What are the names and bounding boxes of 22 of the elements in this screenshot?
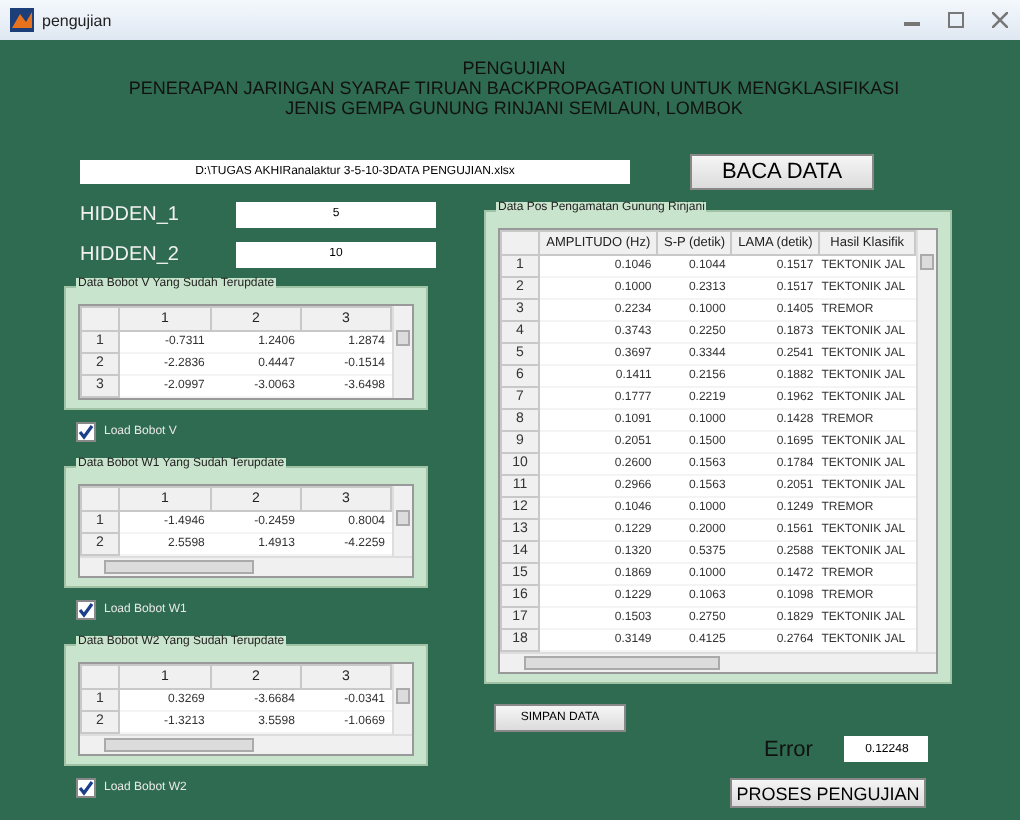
app-icon (10, 8, 34, 32)
error-label: Error (764, 737, 813, 761)
horizontal-scrollbar[interactable] (80, 556, 412, 576)
horizontal-scrollbar[interactable] (80, 734, 412, 754)
read-data-button[interactable]: BACA DATA (690, 154, 874, 190)
checkbox[interactable] (76, 778, 96, 798)
vertical-scrollbar[interactable] (916, 230, 936, 652)
vertical-scrollbar[interactable] (392, 306, 412, 398)
checkbox[interactable] (76, 422, 96, 442)
horizontal-scrollbar[interactable] (500, 652, 936, 672)
process-button[interactable]: PROSES PENGUJIAN (730, 778, 926, 808)
vertical-scrollbar[interactable] (392, 664, 412, 734)
maximize-icon[interactable] (948, 12, 964, 28)
window-title: pengujian (42, 11, 112, 29)
vertical-scrollbar[interactable] (392, 486, 412, 556)
heading-text: PENGUJIAN (462, 58, 566, 78)
close-icon[interactable] (992, 12, 1008, 28)
checkbox[interactable] (76, 600, 96, 620)
hidden-label: HIDDEN_2 (80, 243, 181, 265)
heading-text: PENERAPAN JARINGAN SYARAF TIRUAN BACKPROPAGATION UNTUK MENGKLASIFIKASI (128, 78, 900, 98)
heading-text: JENIS GEMPA GUNUNG RINJANI SEMLAUN, LOMBOK (285, 98, 743, 118)
hidden-label: HIDDEN_1 (80, 203, 181, 225)
